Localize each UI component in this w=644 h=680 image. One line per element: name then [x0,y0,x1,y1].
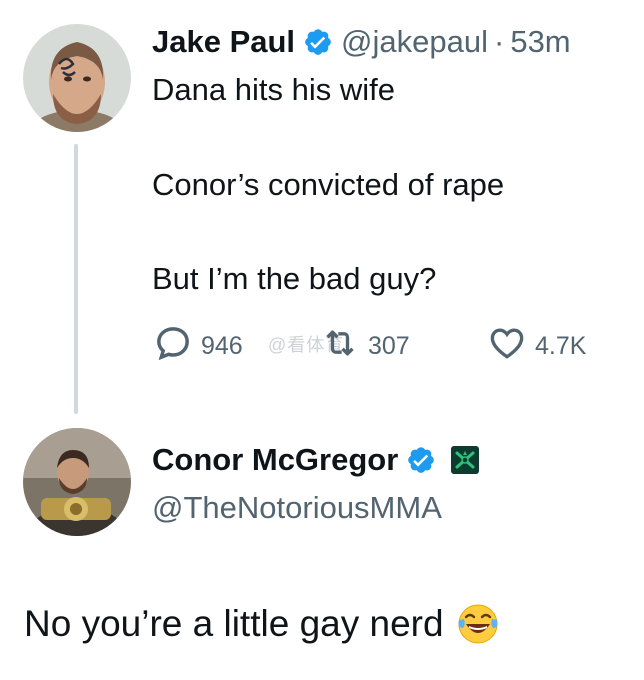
separator-dot: · [494,24,505,59]
author-handle[interactable]: @jakepaul [341,24,488,60]
reply-text: No you’re a little gay nerd [24,600,500,648]
tweet-text-line-2: Conor’s convicted of rape [152,167,505,202]
conor-mcgregor-avatar[interactable] [23,428,131,536]
verified-badge-icon [406,445,436,475]
tweet-timestamp[interactable]: 53m [510,24,570,60]
thread-connector-line [74,144,78,414]
retweet-button[interactable]: 307 [320,324,410,368]
laughing-tears-emoji-icon [456,602,500,646]
reply-header: Conor McGregor [152,438,480,482]
reply-author-name[interactable]: Conor McGregor [152,442,398,478]
reply-author-handle[interactable]: @TheNotoriousMMA [152,488,442,528]
heart-icon [487,323,535,370]
tweet-text-line-1: Dana hits his wife [152,72,395,107]
like-button[interactable]: 4.7K [487,324,586,368]
reply-icon [153,323,201,370]
reply-button[interactable]: 946 [153,324,243,368]
jake-paul-avatar[interactable] [23,24,131,132]
like-count: 4.7K [535,331,587,360]
tweet-header: Jake Paul @jakepaul · 53m [152,20,571,64]
reply-text-content: No you’re a little gay nerd [24,603,444,644]
reply-count: 946 [201,331,243,360]
verified-badge-icon [303,27,333,57]
author-name[interactable]: Jake Paul [152,24,295,60]
retweet-count: 307 [368,331,410,360]
retweet-icon [320,323,368,370]
affiliate-badge-icon[interactable] [450,445,480,475]
tweet-text-line-3: But I’m the bad guy? [152,261,437,296]
